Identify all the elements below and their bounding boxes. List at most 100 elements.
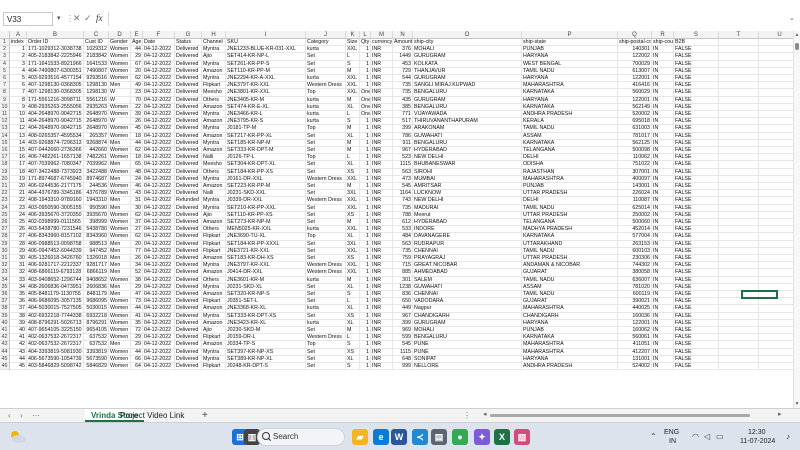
empty-cell[interactable] <box>759 363 793 371</box>
table-cell[interactable]: 04-12-2022 <box>143 204 175 212</box>
table-cell[interactable]: 52 <box>131 269 143 277</box>
table-cell[interactable]: INR <box>371 67 393 75</box>
notification-bell-icon[interactable]: ♪ <box>786 432 790 441</box>
table-cell[interactable]: Delivered <box>175 103 202 111</box>
table-cell[interactable]: 1 <box>360 341 371 349</box>
row-header-33[interactable]: 33 <box>0 269 10 277</box>
table-cell[interactable]: 22 <box>131 103 143 111</box>
table-cell[interactable]: IN <box>652 111 674 119</box>
table-cell[interactable]: Amazon <box>202 341 226 349</box>
table-cell[interactable]: 20 <box>10 183 27 191</box>
table-cell[interactable]: SET110-KR-PP-M <box>226 67 306 75</box>
table-cell[interactable]: ANDHRA PRADESH <box>522 363 618 371</box>
table-cell[interactable]: 64 <box>131 363 143 371</box>
table-cell[interactable]: 73 <box>131 298 143 306</box>
table-cell[interactable]: 404-7490807-6300351 <box>27 67 84 75</box>
wifi-icon[interactable]: ◠ <box>692 432 699 441</box>
table-cell[interactable]: 34 <box>10 283 27 291</box>
table-cell[interactable]: Set <box>306 139 346 147</box>
table-cell[interactable]: INR <box>371 154 393 162</box>
table-cell[interactable]: IN <box>652 211 674 219</box>
table-cell[interactable]: Myntra <box>202 75 226 83</box>
table-cell[interactable]: IN <box>652 334 674 342</box>
table-cell[interactable]: 23 <box>131 89 143 97</box>
column-header-t[interactable]: T <box>719 31 759 39</box>
empty-cell[interactable] <box>719 197 759 205</box>
table-cell[interactable]: 20 <box>131 67 143 75</box>
table-cell[interactable]: NEW DELHI <box>413 197 522 205</box>
table-cell[interactable]: IN <box>652 60 674 68</box>
table-cell[interactable]: 1164 <box>393 190 413 198</box>
empty-cell[interactable] <box>759 39 793 47</box>
table-cell[interactable]: S <box>346 118 360 126</box>
table-cell[interactable]: 1 <box>360 132 371 140</box>
table-cell[interactable]: kurta <box>306 46 346 54</box>
empty-cell[interactable] <box>719 298 759 306</box>
table-cell[interactable]: Delivered <box>175 89 202 97</box>
table-cell[interactable]: 1943310 <box>84 197 109 205</box>
table-cell[interactable]: W <box>109 89 131 97</box>
table-cell[interactable]: 781020 <box>618 283 652 291</box>
table-cell[interactable]: INR <box>371 125 393 133</box>
table-cell[interactable]: J0159-DR-L <box>226 334 306 342</box>
table-cell[interactable]: CHENNAI <box>413 291 522 299</box>
table-cell[interactable]: CHANDIGARH <box>522 312 618 320</box>
taskbar-search[interactable]: Search <box>257 428 345 446</box>
table-cell[interactable]: Delivered <box>175 139 202 147</box>
table-cell[interactable]: S <box>346 341 360 349</box>
table-cell[interactable]: Set <box>306 247 346 255</box>
table-cell[interactable]: 72 <box>131 327 143 335</box>
table-cell[interactable]: IN <box>652 197 674 205</box>
table-cell[interactable]: XXL <box>346 262 360 270</box>
table-cell[interactable]: 11 <box>10 118 27 126</box>
edge-icon[interactable]: e <box>373 429 389 445</box>
table-cell[interactable]: 1 <box>10 46 27 54</box>
table-cell[interactable]: 1238 <box>393 283 413 291</box>
table-cell[interactable]: Women <box>109 67 131 75</box>
table-cell[interactable]: Myntra <box>202 262 226 270</box>
table-cell[interactable]: 8481179 <box>84 291 109 299</box>
table-cell[interactable]: FALSE <box>674 204 719 212</box>
table-cell[interactable]: 404-2648970-9042715 <box>27 111 84 119</box>
table-cell[interactable]: XL <box>346 283 360 291</box>
row-header-14[interactable]: 14 <box>0 132 10 140</box>
empty-cell[interactable] <box>719 175 759 183</box>
table-cell[interactable]: INR <box>371 132 393 140</box>
table-cell[interactable]: Delivered <box>175 96 202 104</box>
table-cell[interactable]: 41 <box>131 312 143 320</box>
table-cell[interactable]: Set <box>306 67 346 75</box>
empty-cell[interactable] <box>759 277 793 284</box>
table-cell[interactable]: INR <box>371 139 393 147</box>
table-cell[interactable]: Meesho <box>202 89 226 97</box>
table-cell[interactable]: IN <box>652 341 674 349</box>
table-cell[interactable]: INR <box>371 46 393 54</box>
table-cell[interactable]: INR <box>371 111 393 119</box>
table-cell[interactable]: 449 <box>393 305 413 313</box>
table-cell[interactable]: 3393819 <box>84 348 109 356</box>
table-cell[interactable]: 988513 <box>84 240 109 248</box>
table-cell[interactable]: M <box>346 139 360 147</box>
table-cell[interactable]: MEN5025-KR-XXL <box>226 226 306 234</box>
table-cell[interactable]: JNE3797-KR-XXL <box>226 82 306 90</box>
table-cell[interactable]: CHANDIGARH <box>413 312 522 320</box>
table-cell[interactable]: 376 <box>393 46 413 54</box>
table-cell[interactable]: 67 <box>131 60 143 68</box>
table-cell[interactable]: 523 <box>393 154 413 162</box>
table-cell[interactable]: Delivered <box>175 53 202 61</box>
table-cell[interactable]: Men <box>109 139 131 147</box>
table-cell[interactable]: INR <box>371 334 393 342</box>
table-cell[interactable]: W <box>109 96 131 104</box>
table-cell[interactable]: 400097 <box>618 175 652 183</box>
table-cell[interactable]: 13 <box>10 132 27 140</box>
table-cell[interactable]: Ajio <box>202 53 226 61</box>
table-cell[interactable]: TAMIL NADU <box>522 276 618 284</box>
table-cell[interactable]: 560061 <box>618 334 652 342</box>
table-cell[interactable]: SET414-KR-NP-L <box>226 53 306 61</box>
row-header-5[interactable]: 5 <box>0 67 10 75</box>
table-cell[interactable]: 3422488 <box>84 168 109 176</box>
table-cell[interactable]: UTTAR PRADESH <box>522 255 618 263</box>
row-header-35[interactable]: 35 <box>0 283 10 291</box>
table-cell[interactable]: 26 <box>10 226 27 234</box>
table-cell[interactable]: IN <box>652 255 674 263</box>
table-cell[interactable]: 8343960 <box>84 233 109 241</box>
